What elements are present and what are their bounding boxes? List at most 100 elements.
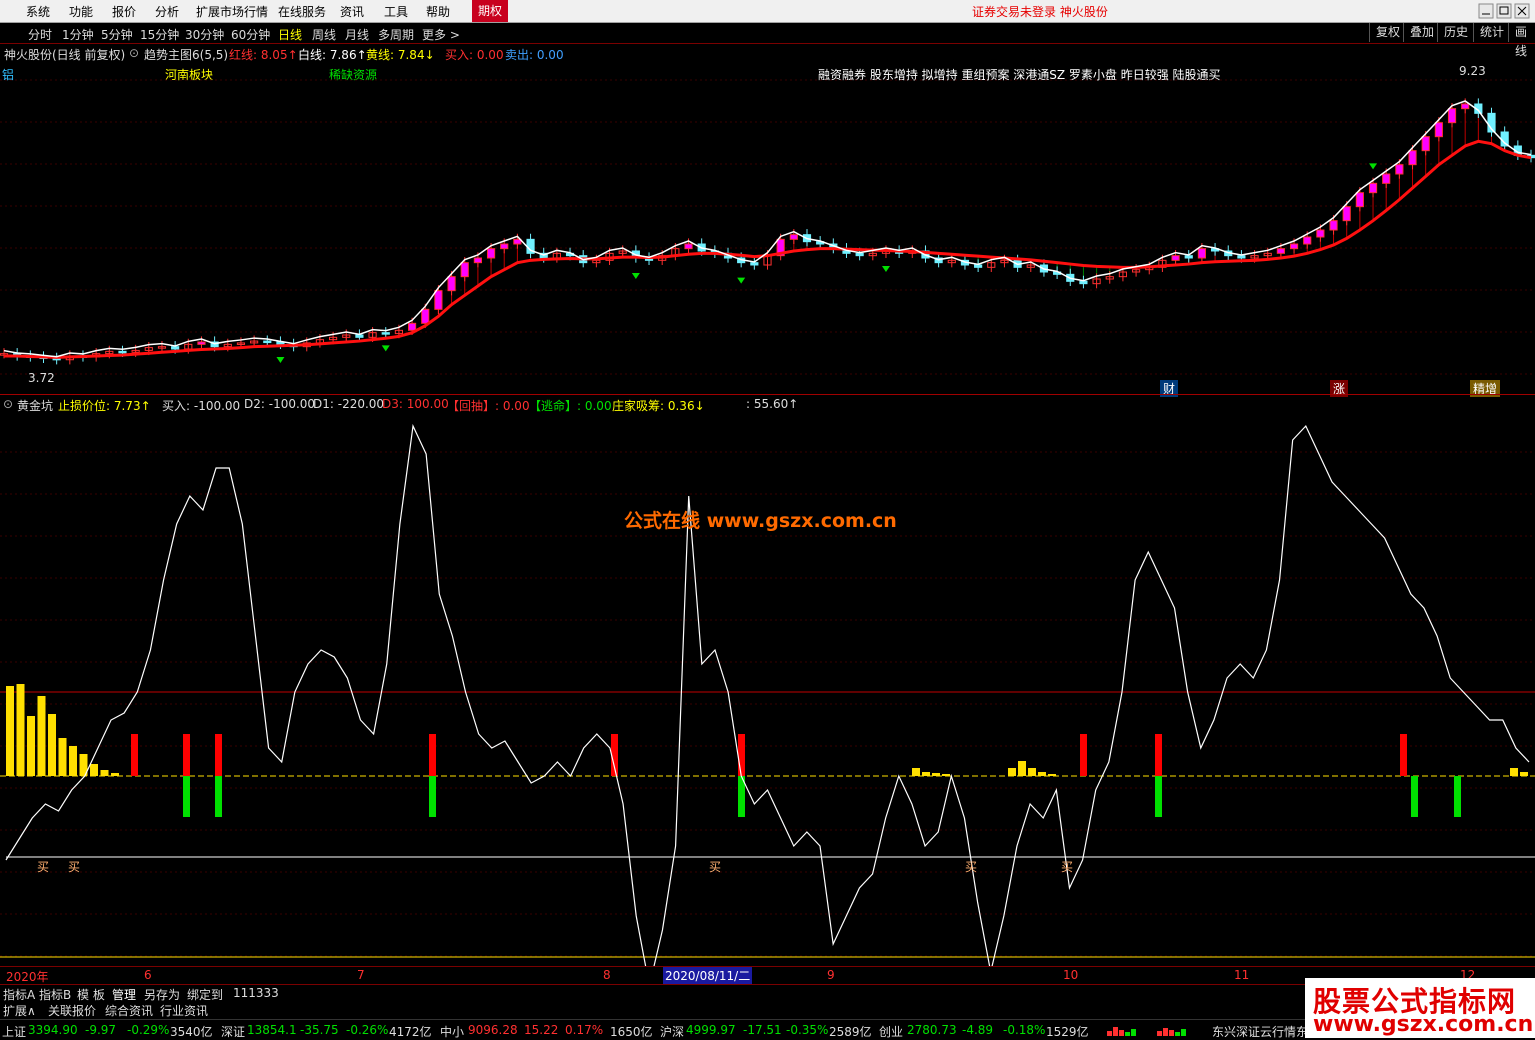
indicator-settings-icon[interactable]: ⊙ [129, 46, 139, 60]
accumulation-bar [16, 684, 25, 776]
accumulation-bar [922, 772, 930, 776]
period-tab[interactable]: 分时 [28, 26, 52, 43]
main-chart-grid [0, 79, 1535, 375]
candle-body [381, 332, 390, 335]
tab-expand[interactable]: 扩展∧ [3, 1002, 36, 1019]
sell-arrow-icon [276, 357, 285, 363]
index-change: -4.89 [962, 1023, 994, 1037]
sub-indicator-chart[interactable] [0, 412, 1535, 967]
pullback-signal-bar [183, 776, 190, 817]
tab-template[interactable]: 模 板 [77, 986, 105, 1003]
maximize-icon[interactable] [1496, 3, 1512, 19]
period-tab[interactable]: 月线 [345, 26, 369, 43]
menu-analysis[interactable]: 分析 [155, 3, 179, 20]
close-icon[interactable] [1514, 3, 1530, 19]
history-button[interactable]: 历史 [1437, 23, 1474, 42]
menu-tools[interactable]: 工具 [384, 3, 408, 20]
candle-body [171, 346, 180, 350]
candle-body [486, 248, 496, 259]
tab-indicator-a[interactable]: 指标A [3, 986, 35, 1003]
tab-comprehensive-news[interactable]: 综合资讯 [105, 1002, 153, 1019]
low-price-label: 3.72 [28, 371, 55, 385]
pullback-signal-bar [215, 776, 222, 817]
candle-body [434, 290, 443, 310]
sub-settings-icon[interactable]: ⊙ [3, 397, 13, 411]
period-tab-active[interactable]: 日线 [278, 26, 302, 43]
high-price-label: 9.23 [1459, 64, 1486, 78]
candle-body [197, 341, 206, 345]
menu-extended-market[interactable]: 扩展市场行情 [196, 3, 268, 20]
tab-manage[interactable]: 管理 [112, 986, 136, 1003]
restore-rights-button[interactable]: 复权 [1369, 23, 1406, 42]
candle-body [1421, 136, 1430, 152]
period-tab[interactable]: 多周期 [378, 26, 414, 43]
date-label: 8 [603, 968, 611, 982]
candle-body [118, 350, 127, 354]
menu-quote[interactable]: 报价 [112, 3, 136, 20]
tab-111333[interactable]: 111333 [233, 986, 279, 1000]
period-tab[interactable]: 15分钟 [140, 26, 179, 43]
main-price-chart[interactable] [0, 60, 1535, 395]
menu-system[interactable]: 系统 [26, 3, 50, 20]
pullback-signal-bar [1155, 776, 1162, 817]
menu-online-service[interactable]: 在线服务 [278, 3, 326, 20]
period-tab[interactable]: 5分钟 [101, 26, 133, 43]
period-tab[interactable]: 60分钟 [231, 26, 270, 43]
tab-industry-news[interactable]: 行业资讯 [160, 1002, 208, 1019]
candle-body [1461, 103, 1470, 110]
candle-body [421, 308, 430, 324]
escape-signal-bar [131, 734, 138, 776]
index-volume: 2589亿 [829, 1025, 872, 1039]
sell-arrow-icon [381, 345, 390, 352]
accumulation-bar [69, 746, 77, 776]
tab-indicator-b[interactable]: 指标B [39, 986, 71, 1003]
accumulation-bar [37, 696, 46, 776]
candle-body [684, 243, 693, 250]
candle-body [974, 264, 983, 268]
candle-body [460, 262, 469, 278]
period-tab[interactable]: 周线 [312, 26, 336, 43]
index-percent: -0.29% [127, 1023, 170, 1037]
index-change: 15.22 [524, 1023, 559, 1037]
period-tab[interactable]: 30分钟 [185, 26, 224, 43]
buy-signal-label: 买 [709, 860, 722, 874]
index-price: 9096.28 [468, 1023, 518, 1037]
candle-body [1276, 248, 1285, 254]
index-name[interactable]: 中小 [440, 1023, 464, 1040]
menu-options[interactable]: 期权 [472, 0, 509, 22]
candle-body [1171, 255, 1180, 261]
date-label: 9 [827, 968, 835, 982]
menu-function[interactable]: 功能 [69, 3, 93, 20]
menu-news[interactable]: 资讯 [340, 3, 364, 20]
menu-help[interactable]: 帮助 [426, 3, 450, 20]
tab-related-quotes[interactable]: 关联报价 [48, 1002, 96, 1019]
index-name[interactable]: 沪深 [660, 1023, 684, 1040]
accumulation-bar [111, 773, 119, 776]
window-controls [1478, 3, 1530, 19]
date-cursor: 2020/08/11/二 [663, 967, 753, 984]
candle-body [500, 243, 509, 250]
index-percent: -0.26% [346, 1023, 389, 1037]
date-label: 11 [1234, 968, 1250, 982]
date-label: 2020年 [6, 970, 49, 984]
period-toolbar: 分时 1分钟 5分钟 15分钟 30分钟 60分钟 日线 周线 月线 多周期 更… [0, 23, 1535, 58]
index-volume: 1529亿 [1046, 1025, 1089, 1039]
period-tab-more[interactable]: 更多 > [422, 26, 460, 43]
escape-signal-bar [215, 734, 222, 776]
accumulation-bar [90, 764, 98, 776]
statistics-button[interactable]: 统计 [1473, 23, 1510, 42]
candle-body [447, 276, 456, 292]
buy-signal-label: 买 [1061, 860, 1074, 874]
escape-signal-bar [429, 734, 436, 776]
overlay-button[interactable]: 叠加 [1403, 23, 1440, 42]
period-tab[interactable]: 1分钟 [62, 26, 94, 43]
index-name[interactable]: 创业 [879, 1023, 903, 1040]
minimize-icon[interactable] [1478, 3, 1494, 19]
index-name[interactable]: 上证 [2, 1023, 26, 1040]
tab-bind-to[interactable]: 绑定到 [187, 986, 223, 1003]
draw-line-button[interactable]: 画线 [1508, 23, 1535, 58]
accumulation-bar [58, 738, 67, 776]
tab-save-as[interactable]: 另存为 [144, 986, 180, 1003]
accumulation-bar [1018, 761, 1026, 776]
index-name[interactable]: 深证 [221, 1023, 245, 1040]
